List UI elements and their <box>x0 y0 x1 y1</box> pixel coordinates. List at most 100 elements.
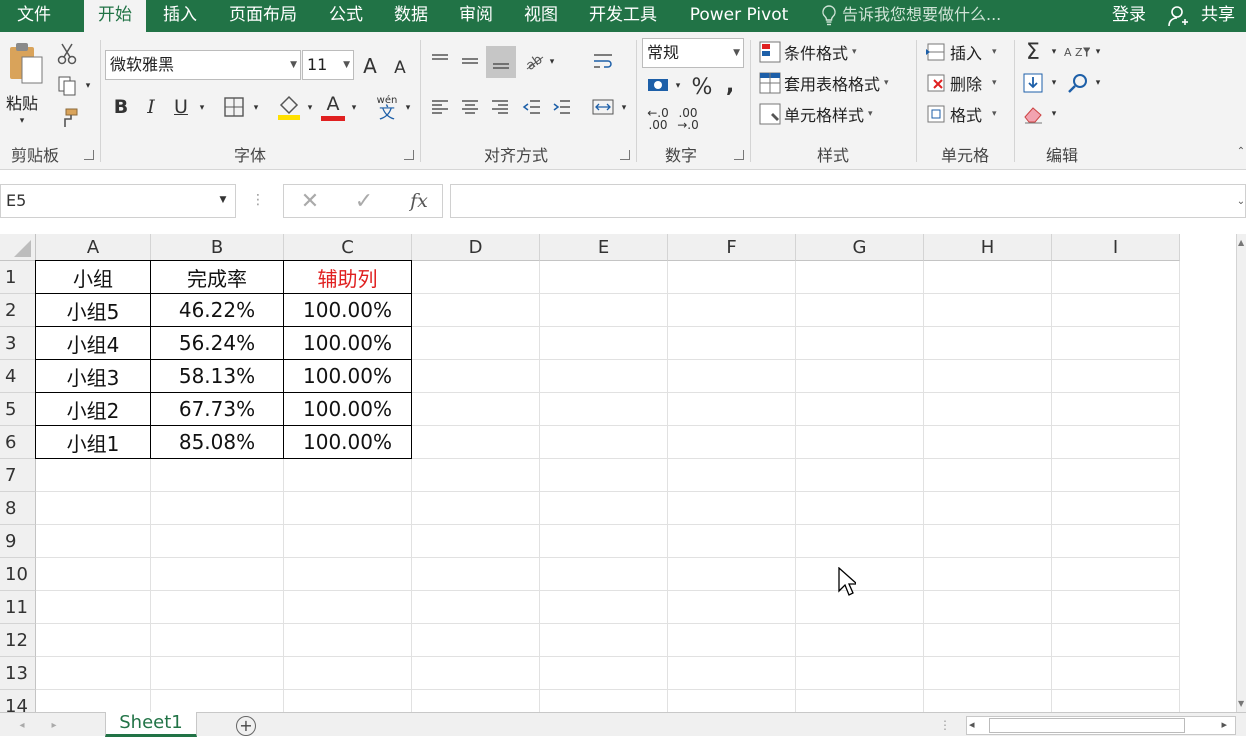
cell-g10[interactable] <box>796 558 924 591</box>
cell-g2[interactable] <box>796 294 924 327</box>
column-header-c[interactable]: C <box>284 234 412 261</box>
cell-b13[interactable] <box>151 657 284 690</box>
align-right-icon[interactable] <box>488 94 512 120</box>
cell-f14[interactable] <box>668 690 796 712</box>
scroll-thumb[interactable] <box>989 718 1185 733</box>
cell-i9[interactable] <box>1052 525 1180 558</box>
cell-b6[interactable]: 85.08% <box>150 425 284 459</box>
align-middle-icon[interactable] <box>458 48 482 74</box>
cell-e3[interactable] <box>540 327 668 360</box>
row-header-10[interactable]: 10 <box>0 558 36 591</box>
delete-cells-button[interactable]: 删除 ▾ <box>950 71 997 95</box>
cell-c8[interactable] <box>284 492 412 525</box>
cell-h11[interactable] <box>924 591 1052 624</box>
cell-g12[interactable] <box>796 624 924 657</box>
cell-d3[interactable] <box>412 327 540 360</box>
cell-h12[interactable] <box>924 624 1052 657</box>
cell-a4[interactable]: 小组3 <box>35 359 151 393</box>
cell-styles-button[interactable]: 单元格样式 ▾ <box>784 102 873 126</box>
tab-home[interactable]: 开始 <box>84 0 146 32</box>
cell-a1[interactable]: 小组 <box>35 260 151 294</box>
share-button[interactable]: 共享 <box>1194 0 1242 32</box>
tell-me-search[interactable]: 告诉我您想要做什么... <box>842 0 1032 32</box>
row-header-8[interactable]: 8 <box>0 492 36 525</box>
tab-power-pivot[interactable]: Power Pivot <box>680 0 798 32</box>
cell-h8[interactable] <box>924 492 1052 525</box>
cell-d13[interactable] <box>412 657 540 690</box>
column-header-i[interactable]: I <box>1052 234 1180 261</box>
cell-b7[interactable] <box>151 459 284 492</box>
cell-e8[interactable] <box>540 492 668 525</box>
cell-d2[interactable] <box>412 294 540 327</box>
row-header-9[interactable]: 9 <box>0 525 36 558</box>
autosum-icon[interactable]: Σ <box>1020 40 1046 65</box>
cell-c5[interactable]: 100.00% <box>283 392 412 426</box>
cell-e12[interactable] <box>540 624 668 657</box>
cell-e10[interactable] <box>540 558 668 591</box>
align-bottom-icon[interactable] <box>486 46 516 78</box>
sort-filter-dropdown-icon[interactable]: ▾ <box>1092 46 1104 58</box>
name-box-dropdown-icon[interactable]: ▼ <box>216 192 230 208</box>
phonetic-guide-icon[interactable]: wén 文 <box>374 92 400 122</box>
next-sheet-icon[interactable]: ▸ <box>48 719 60 731</box>
column-header-d[interactable]: D <box>412 234 540 261</box>
row-header-6[interactable]: 6 <box>0 426 36 459</box>
cell-d11[interactable] <box>412 591 540 624</box>
cell-i12[interactable] <box>1052 624 1180 657</box>
format-cells-icon[interactable] <box>924 102 948 126</box>
paste-dropdown-icon[interactable]: ▾ <box>16 116 28 126</box>
format-cells-button[interactable]: 格式 ▾ <box>950 102 997 126</box>
cell-b12[interactable] <box>151 624 284 657</box>
cell-c13[interactable] <box>284 657 412 690</box>
font-launcher-icon[interactable] <box>404 150 414 160</box>
font-size-select[interactable]: 11 ▼ <box>302 50 354 80</box>
cell-g8[interactable] <box>796 492 924 525</box>
number-launcher-icon[interactable] <box>734 150 744 160</box>
cell-d9[interactable] <box>412 525 540 558</box>
row-header-3[interactable]: 3 <box>0 327 36 360</box>
cell-g5[interactable] <box>796 393 924 426</box>
cell-a14[interactable] <box>36 690 151 712</box>
cell-a7[interactable] <box>36 459 151 492</box>
cell-c3[interactable]: 100.00% <box>283 326 412 360</box>
align-center-icon[interactable] <box>458 94 482 120</box>
bold-button[interactable]: B <box>110 94 132 120</box>
cell-d1[interactable] <box>412 261 540 294</box>
cell-a5[interactable]: 小组2 <box>35 392 151 426</box>
scroll-left-icon[interactable]: ◂ <box>969 718 975 731</box>
row-header-4[interactable]: 4 <box>0 360 36 393</box>
fill-color-dropdown-icon[interactable]: ▾ <box>304 102 316 114</box>
tab-formulas[interactable]: 公式 <box>318 0 374 32</box>
cell-a13[interactable] <box>36 657 151 690</box>
cell-h6[interactable] <box>924 426 1052 459</box>
cell-e4[interactable] <box>540 360 668 393</box>
cell-d7[interactable] <box>412 459 540 492</box>
decrease-decimal-button[interactable]: .00 →.0 <box>674 106 702 132</box>
orientation-icon[interactable]: ab <box>522 48 546 74</box>
collapse-ribbon-icon[interactable]: ⌃ <box>1236 144 1246 158</box>
cell-d5[interactable] <box>412 393 540 426</box>
row-header-14[interactable]: 14 <box>0 690 36 712</box>
cell-g14[interactable] <box>796 690 924 712</box>
cell-h3[interactable] <box>924 327 1052 360</box>
cell-d14[interactable] <box>412 690 540 712</box>
cell-i2[interactable] <box>1052 294 1180 327</box>
cell-b11[interactable] <box>151 591 284 624</box>
merge-dropdown-icon[interactable]: ▾ <box>618 102 630 114</box>
cell-f9[interactable] <box>668 525 796 558</box>
borders-dropdown-icon[interactable]: ▾ <box>250 102 262 114</box>
find-select-icon[interactable] <box>1066 71 1090 95</box>
cell-g13[interactable] <box>796 657 924 690</box>
cell-a12[interactable] <box>36 624 151 657</box>
tab-developer[interactable]: 开发工具 <box>580 0 666 32</box>
cell-g11[interactable] <box>796 591 924 624</box>
row-header-7[interactable]: 7 <box>0 459 36 492</box>
cell-i3[interactable] <box>1052 327 1180 360</box>
number-format-select[interactable]: 常规 ▼ <box>642 38 744 68</box>
cell-c10[interactable] <box>284 558 412 591</box>
grow-font-icon[interactable]: A <box>358 52 382 80</box>
accounting-dropdown-icon[interactable]: ▾ <box>672 80 684 92</box>
tab-view[interactable]: 视图 <box>513 0 569 32</box>
paste-icon[interactable] <box>4 40 48 88</box>
column-header-f[interactable]: F <box>668 234 796 261</box>
